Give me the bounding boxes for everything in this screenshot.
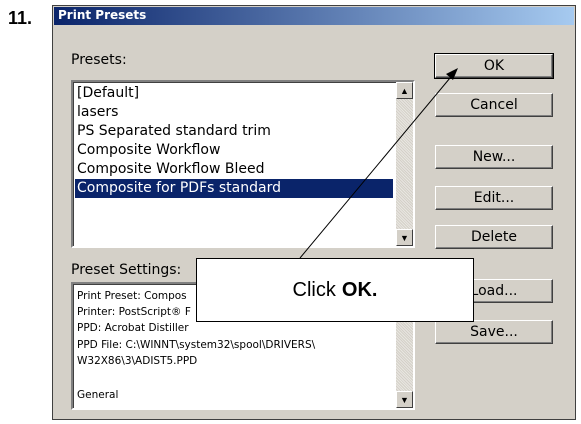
preset-item-composite-pdfs[interactable]: Composite for PDFs standard	[75, 179, 393, 198]
preset-item-composite-workflow[interactable]: Composite Workflow	[75, 141, 393, 160]
step-number: 11.	[8, 8, 33, 28]
presets-list[interactable]: [Default] lasers PS Separated standard t…	[71, 80, 415, 248]
cancel-button[interactable]: Cancel	[435, 93, 553, 117]
callout-emphasis: OK.	[341, 278, 378, 301]
ok-button[interactable]: OK	[434, 53, 554, 79]
settings-line: Printer: PostScript® F	[77, 306, 191, 318]
title-bar[interactable]: Print Presets	[54, 7, 574, 25]
preset-item-composite-workflow-bleed[interactable]: Composite Workflow Bleed	[75, 160, 393, 179]
settings-line: W32X86\3\ADIST5.PPD	[77, 355, 198, 367]
settings-line: Print Preset: Compos	[77, 290, 187, 302]
callout-text: Click	[292, 278, 336, 301]
preset-item-ps-separated[interactable]: PS Separated standard trim	[75, 122, 393, 141]
settings-line: PPD File: C:\WINNT\system32\spool\DRIVER…	[77, 339, 316, 351]
presets-label: Presets:	[71, 52, 127, 68]
delete-button[interactable]: Delete	[435, 225, 553, 249]
presets-scrollbar[interactable]: ▲ ▼	[396, 82, 413, 246]
scroll-down-icon[interactable]: ▼	[396, 391, 413, 408]
save-button[interactable]: Save...	[435, 320, 553, 344]
edit-button[interactable]: Edit...	[435, 186, 553, 210]
new-button[interactable]: New...	[435, 145, 553, 169]
print-presets-dialog: Print Presets Presets: [Default] lasers …	[52, 5, 576, 420]
settings-line: PPD: Acrobat Distiller	[77, 322, 189, 334]
settings-line: General	[77, 389, 119, 401]
scroll-down-icon[interactable]: ▼	[396, 229, 413, 246]
preset-settings-label: Preset Settings:	[71, 262, 182, 278]
preset-item-default[interactable]: [Default]	[75, 84, 393, 103]
window-title: Print Presets	[58, 8, 147, 22]
instruction-callout: Click OK.	[196, 258, 474, 322]
scroll-up-icon[interactable]: ▲	[396, 82, 413, 99]
preset-item-lasers[interactable]: lasers	[75, 103, 393, 122]
